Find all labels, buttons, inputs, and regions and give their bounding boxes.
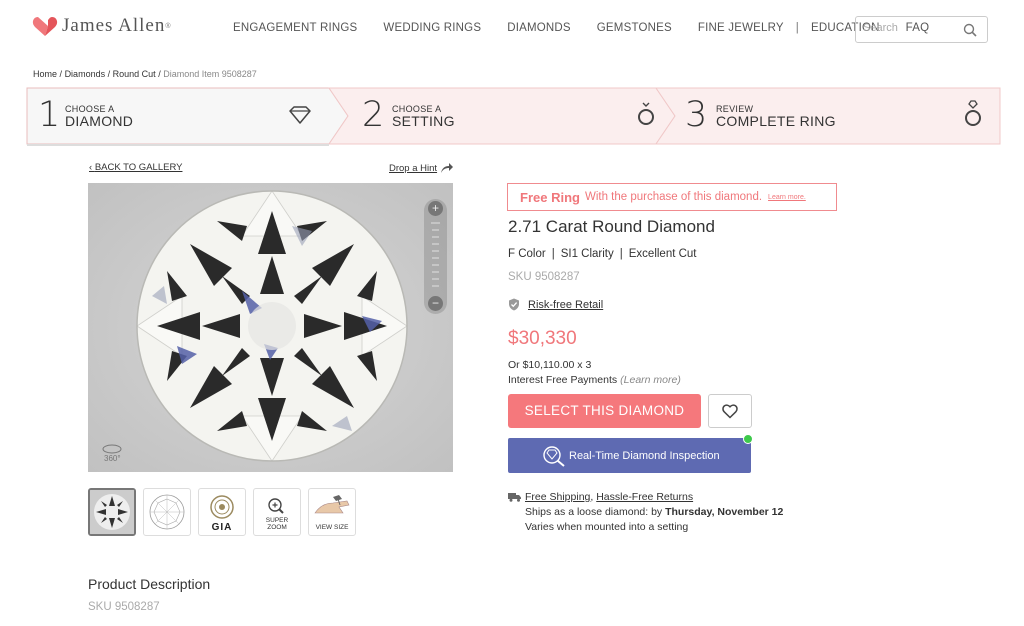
heart-logo-icon bbox=[32, 17, 58, 36]
diamond-photo-thumb-icon bbox=[90, 490, 134, 534]
search-input[interactable] bbox=[863, 22, 958, 34]
truck-icon bbox=[508, 493, 521, 502]
step-number: 1 bbox=[38, 95, 61, 135]
breadcrumb-separator: / bbox=[107, 69, 111, 79]
nav-wedding-rings[interactable]: WEDDING RINGS bbox=[383, 22, 481, 34]
installment-amount: Or $10,110.00 x 3 bbox=[508, 359, 592, 371]
main-nav: ENGAGEMENT RINGS WEDDING RINGS DIAMONDS … bbox=[233, 22, 929, 34]
setting-note: Varies when mounted into a setting bbox=[525, 521, 689, 533]
heart-icon bbox=[722, 404, 738, 419]
thumb-super-zoom[interactable]: SUPER ZOOM bbox=[253, 488, 301, 536]
breadcrumb-separator: / bbox=[59, 69, 63, 79]
view-size-label: VIEW SIZE bbox=[315, 524, 349, 531]
drop-a-hint-link[interactable]: Drop a Hint bbox=[389, 163, 437, 174]
step-title: DIAMOND bbox=[65, 113, 134, 129]
brand-logo[interactable]: James Allen ® bbox=[32, 14, 171, 38]
installment-note: Interest Free Payments (Learn more) bbox=[508, 374, 681, 386]
promo-title: Free Ring bbox=[520, 189, 580, 205]
product-specs: F Color | SI1 Clarity | Excellent Cut bbox=[508, 248, 697, 260]
step-diamond[interactable]: 1 CHOOSE A DIAMOND bbox=[26, 87, 346, 145]
shipping-info: Free Shipping, Hassle-Free Returns Ships… bbox=[508, 490, 783, 535]
product-description-sku: SKU 9508287 bbox=[88, 601, 160, 613]
risk-free-retail: Risk-free Retail bbox=[508, 298, 603, 311]
thumb-view-size[interactable]: VIEW SIZE bbox=[308, 488, 356, 536]
step-title: SETTING bbox=[392, 113, 455, 129]
super-zoom-label: SUPER ZOOM bbox=[265, 517, 289, 531]
real-time-inspection-button[interactable]: Real-Time Diamond Inspection bbox=[508, 438, 751, 473]
installment-learn-more-link[interactable]: (Learn more) bbox=[620, 374, 681, 386]
spec-divider: | bbox=[619, 248, 623, 260]
step-number: 2 bbox=[362, 95, 385, 135]
breadcrumb-home[interactable]: Home bbox=[33, 69, 57, 79]
select-this-diamond-button[interactable]: SELECT THIS DIAMOND bbox=[508, 394, 701, 428]
gia-seal-icon bbox=[210, 495, 234, 519]
risk-free-retail-link[interactable]: Risk-free Retail bbox=[528, 299, 603, 311]
step-setting[interactable]: 2 CHOOSE A SETTING bbox=[348, 87, 668, 145]
spec-color: F Color bbox=[508, 248, 546, 260]
search-icon[interactable] bbox=[963, 23, 977, 37]
thumb-gia-certificate[interactable]: GIA bbox=[198, 488, 246, 536]
shield-check-icon bbox=[509, 298, 519, 311]
free-ring-promo: Free Ring With the purchase of this diam… bbox=[507, 183, 837, 211]
thumb-photo[interactable] bbox=[88, 488, 136, 536]
nav-engagement-rings[interactable]: ENGAGEMENT RINGS bbox=[233, 22, 357, 34]
ring-icon bbox=[638, 102, 654, 125]
breadcrumb-separator: / bbox=[158, 69, 161, 79]
product-price: $30,330 bbox=[508, 328, 577, 349]
zoom-out-button[interactable]: − bbox=[428, 296, 443, 311]
ship-date: Thursday, November 12 bbox=[665, 506, 784, 518]
step-complete-ring[interactable]: 3 REVIEW COMPLETE RING bbox=[675, 87, 1001, 145]
share-arrow-icon[interactable] bbox=[440, 162, 454, 174]
inspection-magnifier-icon bbox=[543, 446, 565, 467]
diamond-diagram-icon bbox=[149, 494, 185, 530]
wishlist-button[interactable] bbox=[708, 394, 752, 428]
thumb-diagram[interactable] bbox=[143, 488, 191, 536]
build-steps: 1 CHOOSE A DIAMOND 2 CHOOSE A SETTING 3 … bbox=[26, 87, 1001, 147]
shipping-comma: , bbox=[590, 491, 594, 503]
trademark: ® bbox=[165, 22, 171, 30]
search-box bbox=[855, 16, 988, 43]
inspection-label: Real-Time Diamond Inspection bbox=[569, 450, 720, 462]
ships-prefix: Ships as a loose diamond: by bbox=[525, 506, 663, 518]
nav-diamonds[interactable]: DIAMONDS bbox=[507, 22, 571, 34]
step-title: COMPLETE RING bbox=[716, 113, 836, 129]
diamond-ring-icon bbox=[965, 100, 981, 126]
promo-learn-more-link[interactable]: Learn more. bbox=[768, 194, 806, 201]
installment-note-text: Interest Free Payments bbox=[508, 374, 618, 386]
brand-name: James Allen bbox=[62, 15, 166, 36]
back-to-gallery-link[interactable]: ‹ BACK TO GALLERY bbox=[89, 162, 182, 173]
back-to-gallery-label: BACK TO GALLERY bbox=[94, 162, 183, 173]
online-status-dot bbox=[743, 434, 753, 444]
free-returns-link[interactable]: Hassle-Free Returns bbox=[596, 491, 693, 503]
product-sku: SKU 9508287 bbox=[508, 271, 580, 283]
breadcrumb-current: Diamond Item 9508287 bbox=[163, 69, 257, 79]
nav-fine-jewelry[interactable]: FINE JEWELRY bbox=[698, 22, 784, 34]
diamond-icon bbox=[289, 106, 311, 124]
site-header: James Allen ® ENGAGEMENT RINGS WEDDING RI… bbox=[0, 0, 1024, 58]
nav-separator: | bbox=[795, 22, 799, 34]
breadcrumb-round-cut[interactable]: Round Cut bbox=[113, 69, 156, 79]
diamond-photo: 360° bbox=[88, 183, 453, 472]
breadcrumb: Home / Diamonds / Round Cut / Diamond It… bbox=[33, 69, 257, 79]
free-shipping-link[interactable]: Free Shipping bbox=[525, 491, 590, 503]
nav-gemstones[interactable]: GEMSTONES bbox=[597, 22, 672, 34]
zoom-in-button[interactable]: + bbox=[428, 201, 443, 216]
diamond-image-viewer[interactable]: 360° bbox=[88, 183, 453, 472]
product-title: 2.71 Carat Round Diamond bbox=[508, 217, 715, 236]
spec-divider: | bbox=[551, 248, 555, 260]
product-description-title: Product Description bbox=[88, 576, 211, 592]
breadcrumb-diamonds[interactable]: Diamonds bbox=[65, 69, 106, 79]
gia-label: GIA bbox=[211, 522, 233, 533]
thumbnail-strip: GIA SUPER ZOOM VIEW SIZE bbox=[88, 488, 363, 536]
spec-cut: Excellent Cut bbox=[628, 248, 697, 260]
promo-text: With the purchase of this diamond. bbox=[584, 191, 763, 203]
360-badge-label: 360° bbox=[104, 454, 121, 463]
step-number: 3 bbox=[685, 95, 708, 135]
hand-size-icon bbox=[314, 495, 350, 514]
spec-clarity: SI1 Clarity bbox=[560, 248, 614, 260]
